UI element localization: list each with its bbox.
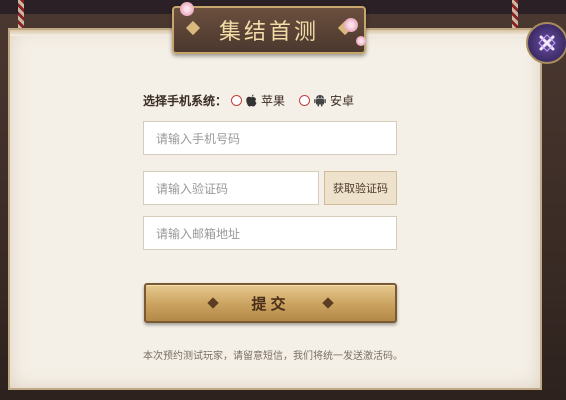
phone-placeholder: 请输入手机号码: [156, 131, 241, 146]
radio-android[interactable]: [299, 94, 311, 106]
os-option-android[interactable]: 安卓: [299, 92, 354, 109]
os-selector: 选择手机系统： 苹果 安卓: [143, 91, 368, 109]
close-button[interactable]: [526, 22, 566, 64]
hanging-string-right: [512, 0, 518, 28]
get-code-label: 获取验证码: [333, 182, 388, 195]
notice-text: 本次预约测试玩家，请留意短信，我们将统一发送激活码。: [143, 351, 403, 362]
hanging-string-left: [18, 0, 24, 28]
diamond-ornament-icon: [185, 20, 201, 36]
diamond-ornament-icon: [321, 297, 334, 309]
close-icon: [538, 34, 556, 52]
blossom-icon: [356, 36, 366, 46]
os-option-label: 苹果: [261, 93, 286, 108]
form-panel: [8, 28, 542, 390]
os-label: 选择手机系统：: [143, 93, 228, 108]
email-placeholder: 请输入邮箱地址: [156, 226, 241, 241]
code-placeholder: 请输入验证码: [156, 181, 229, 196]
verification-code-input[interactable]: 请输入验证码: [143, 171, 319, 205]
android-icon: [314, 94, 326, 107]
diamond-ornament-icon: [207, 297, 220, 309]
phone-input[interactable]: 请输入手机号码: [143, 121, 397, 155]
get-code-button[interactable]: 获取验证码: [324, 171, 397, 205]
os-option-apple[interactable]: 苹果: [231, 92, 285, 109]
blossom-icon: [180, 2, 194, 16]
os-option-label: 安卓: [330, 93, 355, 108]
title-plaque: 集结首测: [172, 6, 366, 54]
blossom-icon: [344, 18, 358, 32]
submit-label: 提交: [251, 294, 290, 313]
email-input[interactable]: 请输入邮箱地址: [143, 216, 397, 250]
apple-icon: [246, 94, 257, 107]
submit-button[interactable]: 提交: [144, 283, 397, 323]
radio-apple[interactable]: [231, 94, 243, 106]
page-title: 集结首测: [218, 20, 319, 45]
